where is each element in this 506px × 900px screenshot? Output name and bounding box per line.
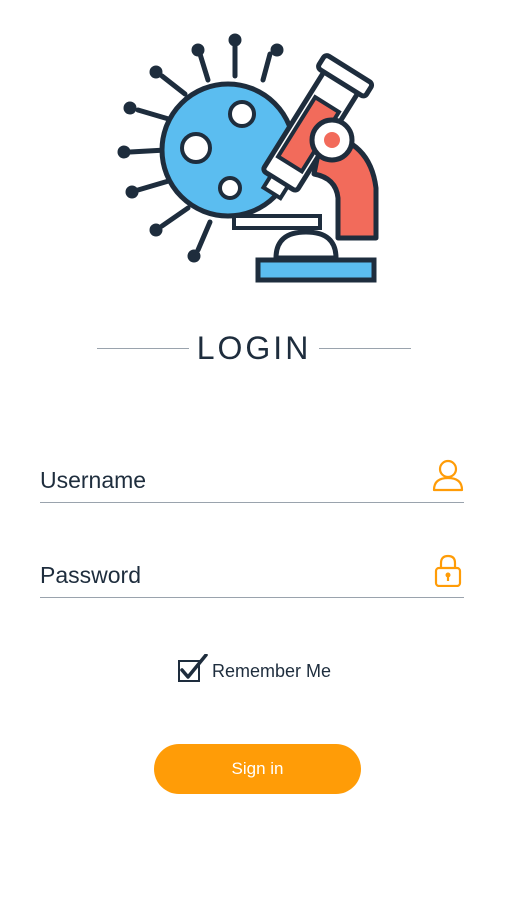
heading-divider-left [97, 347, 189, 349]
checkmark-icon [178, 654, 208, 682]
app-logo [100, 28, 400, 298]
login-heading: LOGIN [97, 325, 412, 371]
heading-divider-right [319, 347, 412, 349]
page-title: LOGIN [196, 330, 312, 366]
password-field [40, 551, 464, 598]
sign-in-button[interactable]: Sign in [154, 744, 361, 794]
remember-me-checkbox[interactable] [178, 654, 208, 682]
username-field [40, 456, 464, 503]
virus-microscope-logo-icon [117, 33, 379, 283]
user-icon [432, 458, 464, 492]
remember-me-row: Remember Me [178, 654, 332, 686]
password-input[interactable] [40, 557, 420, 593]
username-input[interactable] [40, 462, 420, 498]
lock-icon [432, 553, 464, 588]
remember-me-label: Remember Me [212, 660, 332, 681]
